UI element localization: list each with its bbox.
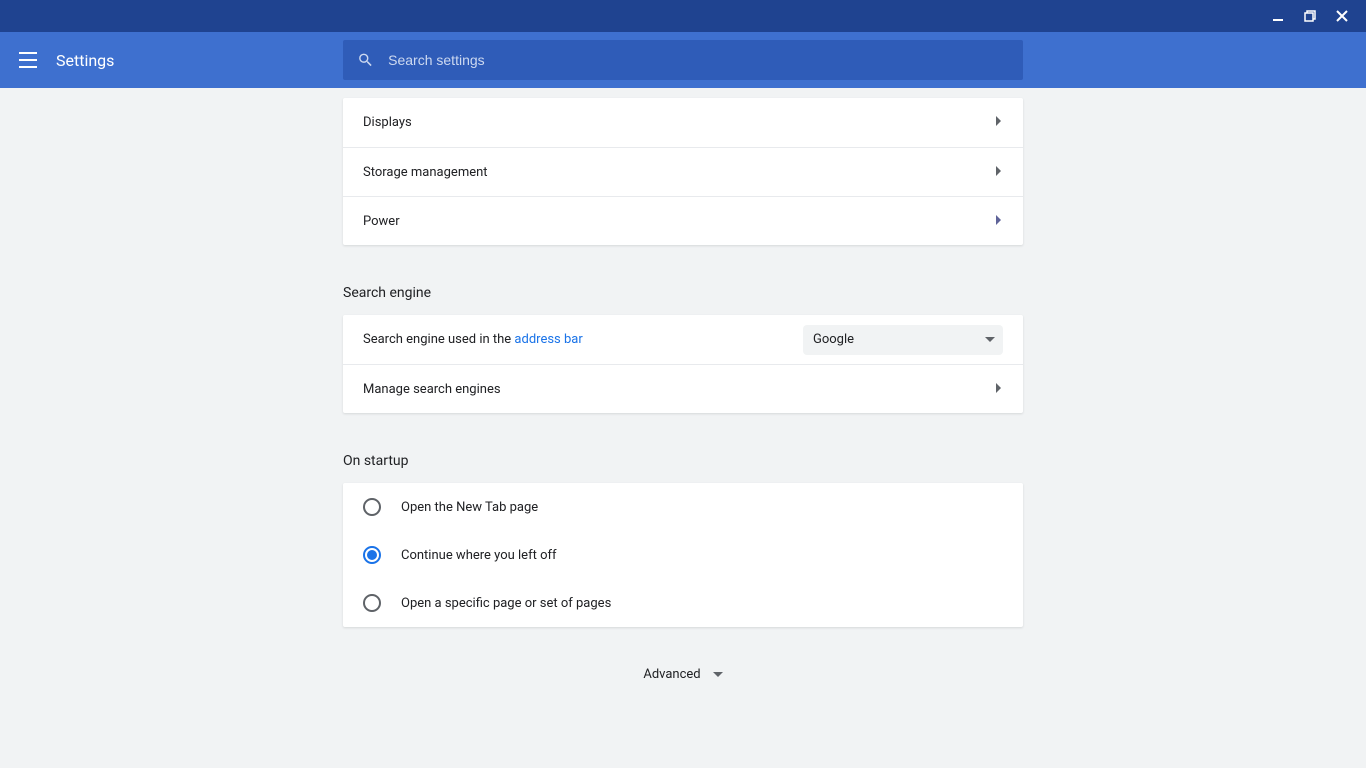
search-engine-dropdown[interactable]: Google	[803, 325, 1003, 355]
startup-option-label: Continue where you left off	[401, 548, 557, 563]
minimize-icon	[1272, 10, 1284, 22]
address-bar-link[interactable]: address bar	[514, 332, 582, 347]
settings-content: Displays Storage management Power Search…	[343, 88, 1023, 682]
radio-icon-selected	[363, 546, 381, 564]
startup-option-label: Open the New Tab page	[401, 500, 538, 515]
page-title: Settings	[56, 51, 114, 70]
app-header: Settings	[0, 32, 1366, 88]
startup-option-new-tab[interactable]: Open the New Tab page	[343, 483, 1023, 531]
manage-search-engines-row[interactable]: Manage search engines	[343, 364, 1023, 413]
startup-option-label: Open a specific page or set of pages	[401, 596, 611, 611]
search-engine-label: Search engine used in the address bar	[363, 332, 583, 347]
displays-row[interactable]: Displays	[343, 98, 1023, 147]
search-engine-row[interactable]: Search engine used in the address bar Go…	[343, 315, 1023, 364]
restore-icon	[1304, 10, 1316, 22]
search-engine-card: Search engine used in the address bar Go…	[343, 315, 1023, 413]
search-engine-selected: Google	[813, 332, 854, 347]
radio-icon	[363, 594, 381, 612]
advanced-toggle[interactable]: Advanced	[343, 667, 1023, 682]
chevron-right-icon	[995, 165, 1003, 180]
storage-management-label: Storage management	[363, 165, 488, 180]
chevron-right-icon	[995, 214, 1003, 229]
storage-management-row[interactable]: Storage management	[343, 147, 1023, 196]
startup-option-continue[interactable]: Continue where you left off	[343, 531, 1023, 579]
close-icon	[1336, 10, 1348, 22]
chevron-down-icon	[713, 672, 723, 678]
search-engine-label-prefix: Search engine used in the	[363, 332, 514, 347]
window-close-button[interactable]	[1326, 0, 1358, 32]
window-minimize-button[interactable]	[1262, 0, 1294, 32]
on-startup-card: Open the New Tab page Continue where you…	[343, 483, 1023, 627]
device-card: Displays Storage management Power	[343, 98, 1023, 245]
manage-search-engines-label: Manage search engines	[363, 382, 501, 397]
search-input[interactable]	[388, 52, 1009, 68]
chevron-right-icon	[995, 115, 1003, 130]
window-titlebar	[0, 0, 1366, 32]
advanced-label: Advanced	[643, 667, 700, 682]
window-restore-button[interactable]	[1294, 0, 1326, 32]
search-box[interactable]	[343, 40, 1023, 80]
hamburger-icon	[19, 51, 37, 69]
power-row[interactable]: Power	[343, 196, 1023, 245]
search-engine-section-title: Search engine	[343, 285, 1023, 301]
power-label: Power	[363, 214, 400, 229]
dropdown-arrow-icon	[985, 337, 995, 343]
menu-button[interactable]	[0, 32, 56, 88]
on-startup-section-title: On startup	[343, 453, 1023, 469]
displays-label: Displays	[363, 115, 412, 130]
chevron-right-icon	[995, 382, 1003, 397]
search-icon	[357, 51, 374, 69]
radio-icon	[363, 498, 381, 516]
startup-option-specific-page[interactable]: Open a specific page or set of pages	[343, 579, 1023, 627]
